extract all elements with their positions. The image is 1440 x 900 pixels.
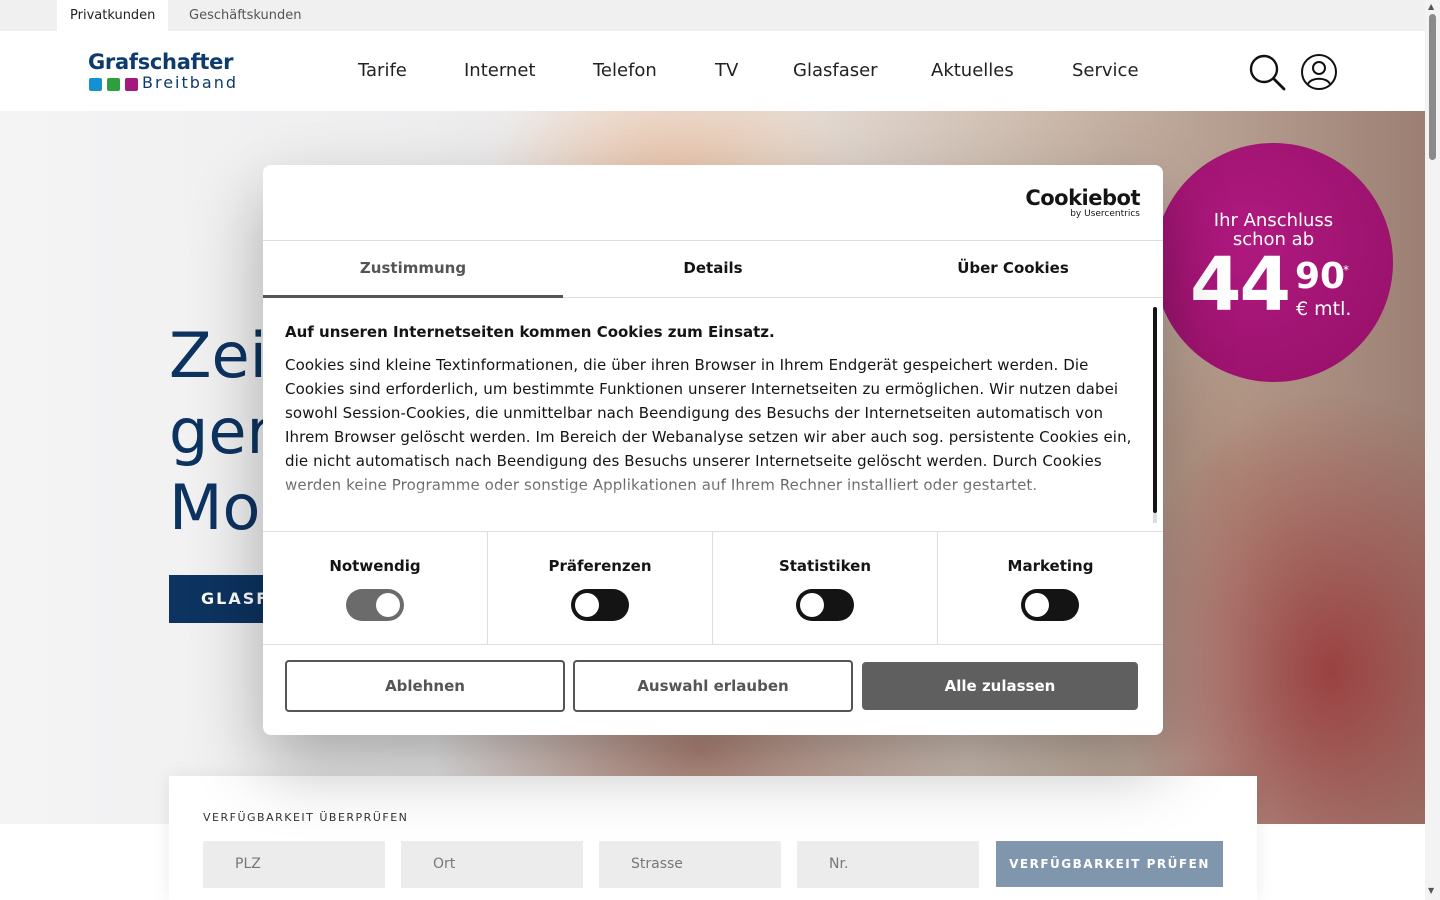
cookie-dialog-tabs: Zustimmung Details Über Cookies <box>263 240 1163 298</box>
allow-all-button[interactable]: Alle zulassen <box>862 662 1138 710</box>
page-scrollbar[interactable]: ▲ ▼ <box>1425 0 1440 900</box>
cookie-dialog-content[interactable]: Auf unseren Internetseiten kommen Cookie… <box>263 299 1163 531</box>
cookie-dialog-buttons: Ablehnen Auswahl erlauben Alle zulassen <box>263 646 1163 735</box>
category-label: Präferenzen <box>548 557 652 575</box>
cookiebot-logo: Cookiebot by Usercentrics <box>1025 187 1140 219</box>
cookiebot-brand: Cookiebot <box>1025 186 1140 210</box>
content-fade <box>263 464 1153 531</box>
scroll-down-arrow-icon[interactable]: ▼ <box>1428 886 1434 895</box>
category-label: Statistiken <box>778 557 872 575</box>
cookiebot-brand-sub: by Usercentrics <box>1070 209 1140 219</box>
decline-button[interactable]: Ablehnen <box>285 660 565 712</box>
toggle-knob <box>1025 593 1049 617</box>
allow-selection-button[interactable]: Auswahl erlauben <box>573 660 853 712</box>
category-label: Notwendig <box>329 557 421 575</box>
toggle-marketing[interactable] <box>1021 589 1079 621</box>
content-scrollbar-track[interactable] <box>1153 513 1157 523</box>
category-marketing: Marketing <box>938 532 1163 644</box>
toggle-knob <box>575 593 599 617</box>
toggle-knob <box>800 593 824 617</box>
scrollbar-thumb[interactable] <box>1429 14 1436 160</box>
content-scrollbar-thumb[interactable] <box>1153 307 1157 513</box>
category-label: Marketing <box>1007 557 1094 575</box>
category-notwendig: Notwendig <box>263 532 488 644</box>
category-praeferenzen: Präferenzen <box>488 532 713 644</box>
cookie-dialog-heading: Auf unseren Internetseiten kommen Cookie… <box>285 323 775 341</box>
cookie-category-toggles: Notwendig Präferenzen Statistiken Market… <box>263 531 1163 645</box>
scroll-up-arrow-icon[interactable]: ▲ <box>1428 2 1434 11</box>
toggle-notwendig <box>346 589 404 621</box>
category-statistiken: Statistiken <box>713 532 938 644</box>
toggle-statistiken[interactable] <box>796 589 854 621</box>
tab-ueber-cookies[interactable]: Über Cookies <box>863 241 1163 298</box>
toggle-knob <box>376 593 400 617</box>
tab-details[interactable]: Details <box>563 241 863 298</box>
cookie-consent-dialog: Cookiebot by Usercentrics Zustimmung Det… <box>263 165 1163 735</box>
toggle-praeferenzen[interactable] <box>571 589 629 621</box>
tab-zustimmung[interactable]: Zustimmung <box>263 241 563 298</box>
